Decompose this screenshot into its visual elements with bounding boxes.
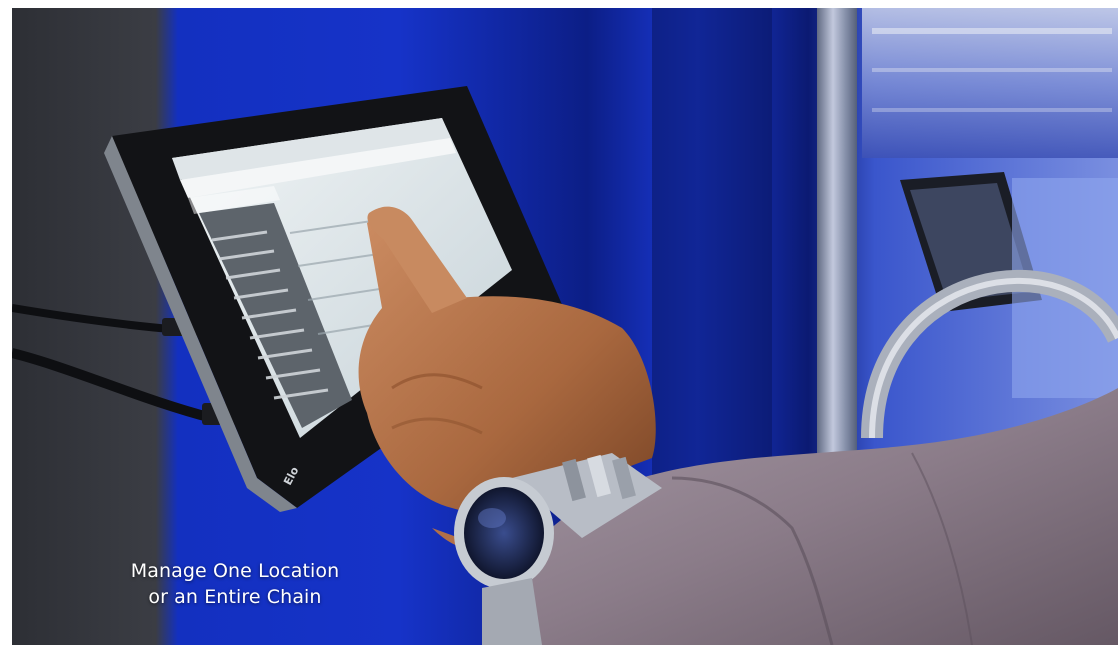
caption: Manage One Location or an Entire Chain: [70, 558, 400, 610]
photo: Elo: [12, 8, 1118, 645]
caption-line-2: or an Entire Chain: [148, 586, 322, 608]
photo-scene: Elo: [12, 8, 1118, 645]
caption-line-1: Manage One Location: [130, 560, 340, 582]
watch-face: [464, 487, 544, 579]
